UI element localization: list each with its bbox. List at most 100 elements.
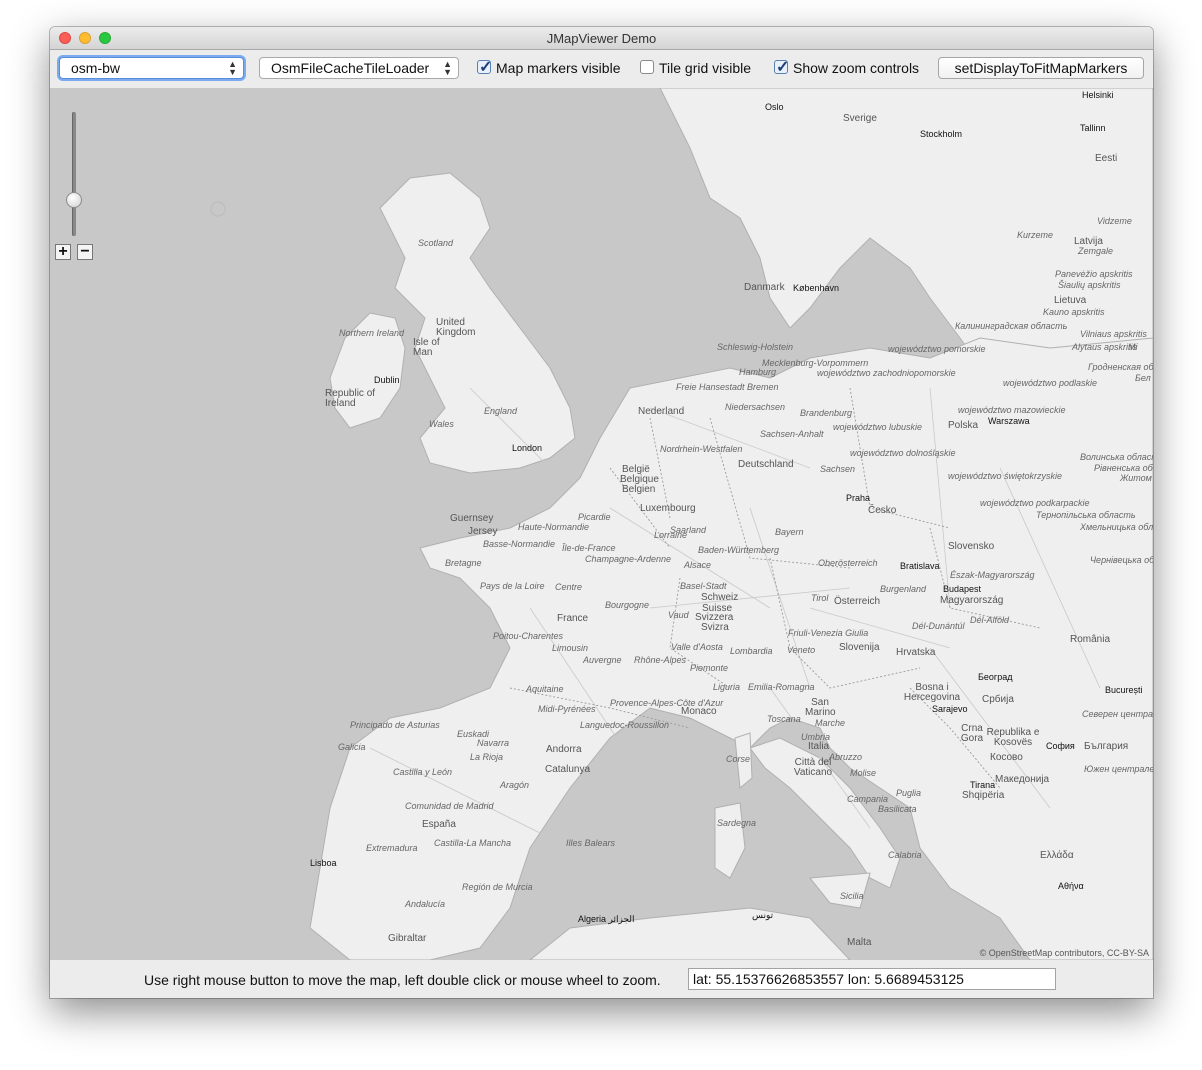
map-label: United Kingdom [436, 317, 476, 338]
title-bar[interactable]: JMapViewer Demo [50, 27, 1153, 50]
map-label: Észak-Magyarország [950, 570, 1035, 580]
map-label: Tirol [811, 593, 829, 603]
checkbox-box[interactable]: ✓ [477, 59, 492, 76]
map-label: Хмельницька область [1080, 522, 1153, 532]
map-label: Scotland [418, 238, 454, 248]
map-label: Србија [982, 694, 1014, 705]
map-label: Italia [808, 741, 830, 752]
map-label: Helsinki [1082, 90, 1114, 100]
map-label: Toscana [767, 714, 801, 724]
map-label: województwo podkarpackie [980, 498, 1090, 508]
map-label: Puglia [896, 788, 922, 798]
map-label: Alsace [684, 560, 712, 570]
map-label: Dublin [374, 375, 400, 385]
map-label: England [484, 406, 518, 416]
checkbox-box[interactable]: ✓ [774, 59, 790, 76]
map-label: Isle of Man [413, 337, 440, 358]
map-label: Budapest [943, 584, 982, 594]
map-label: Andalucía [405, 899, 446, 909]
map-label: Castilla y León [393, 767, 453, 777]
map-label: województwo mazowieckie [958, 405, 1066, 415]
zoom-out-button[interactable]: − [77, 244, 93, 260]
tile-grid-visible-checkbox[interactable]: Tile grid visible [640, 59, 760, 77]
map-label: Мі [1128, 342, 1138, 352]
map-label: La Rioja [470, 752, 504, 762]
map-label: Калининградская область [955, 321, 1068, 331]
map-label: Nederland [638, 406, 685, 417]
map-label: Česko [868, 505, 897, 516]
map-label: Marche [815, 718, 846, 728]
zoom-in-button[interactable]: + [55, 244, 71, 260]
map-label: Brandenburg [800, 408, 853, 418]
map-label: Slovensko [948, 541, 995, 552]
map-label: Castilla-La Mancha [434, 838, 512, 848]
tile-loader-combo[interactable]: OsmFileCacheTileLoader ▲ ▼ [259, 57, 459, 79]
map-label: Catalunya [545, 764, 591, 775]
tile-source-value: osm-bw [71, 60, 121, 76]
landmass-sardinia [714, 802, 746, 879]
map-label: Saarland [670, 525, 707, 535]
map-label: Тернопільська область [1036, 510, 1136, 520]
map-label: Republic of Ireland [325, 388, 376, 409]
map-label: Guernsey [450, 513, 494, 524]
map-label: Северен централен [1082, 709, 1153, 719]
map-label: Baden-Württemberg [698, 545, 780, 555]
map-viewport[interactable]: Oslo Sverige Stockholm Helsinki Tallinn … [50, 88, 1153, 960]
map-label: Polska [948, 420, 979, 431]
map-label: Languedoc-Roussillon [580, 720, 670, 730]
map-label: Gibraltar [388, 933, 427, 944]
map-markers-visible-checkbox[interactable]: ✓ Map markers visible [477, 59, 627, 77]
map-label: Южен централен [1084, 764, 1153, 774]
map-label: Panevėžio apskritis [1055, 269, 1133, 279]
map-label: Calabria [888, 850, 922, 860]
map-label: Bosna i Hercegovina [903, 682, 961, 703]
map-label: Île-de-France [562, 543, 616, 553]
map-label: France [557, 613, 589, 624]
map-label: Navarra [477, 738, 510, 748]
map-label: Svizra [701, 622, 729, 633]
map-label: Wales [429, 419, 454, 429]
map-label: Kauno apskritis [1043, 307, 1105, 317]
map-label: Principado de Asturias [350, 720, 440, 730]
island-outline [210, 201, 226, 217]
map-label: województwo zachodniopomorskie [817, 368, 956, 378]
map-label: Liguria [713, 682, 741, 692]
map-label: Stockholm [920, 129, 963, 139]
checkmark-icon: ✓ [776, 59, 790, 76]
map-label: Bayern [775, 527, 804, 537]
map-label: Piemonte [690, 663, 729, 673]
map-label: Rhône-Alpes [634, 655, 687, 665]
tile-source-combo[interactable]: osm-bw ▲ ▼ [59, 57, 244, 79]
map-label: Šiaulių apskritis [1058, 280, 1121, 290]
zoom-slider-track[interactable] [72, 112, 76, 236]
map-label: Magyarország [940, 595, 1004, 606]
coordinates-field[interactable]: lat: 55.15376626853557 lon: 5.6689453125 [688, 968, 1056, 990]
zoom-slider-thumb[interactable] [66, 192, 82, 208]
map-label: Oberösterreich [818, 558, 878, 568]
map-label: Poitou-Charentes [493, 631, 564, 641]
map-label: Región de Murcia [462, 882, 533, 892]
map-label: Косово [990, 752, 1023, 763]
map-label: București [1105, 685, 1143, 695]
map-label: България [1084, 741, 1129, 752]
map-label: Nordrhein-Westfalen [660, 444, 743, 454]
fit-map-markers-button[interactable]: setDisplayToFitMapMarkers [938, 57, 1144, 79]
map-label: Гродненская область [1088, 362, 1153, 372]
map-attribution[interactable]: © OpenStreetMap contributors, CC-BY-SA [980, 948, 1149, 958]
map-label: Vidzeme [1097, 216, 1132, 226]
map-label: Mecklenburg-Vorpommern [762, 358, 869, 368]
map-label: Limousin [552, 643, 589, 653]
checkbox-box[interactable] [640, 60, 654, 74]
map-label: Sardegna [717, 818, 757, 828]
map-label: Centre [555, 582, 583, 592]
map-label: Pays de la Loire [480, 581, 545, 591]
map-label: Friuli-Venezia Giulia [788, 628, 869, 638]
map-label: Algeria الجزائر [578, 914, 635, 924]
map-label: Sicilia [840, 891, 864, 901]
show-zoom-controls-checkbox[interactable]: ✓ Show zoom controls [774, 59, 924, 77]
map-label: Shqipëria [962, 790, 1005, 801]
map-label: Comunidad de Madrid [405, 801, 494, 811]
map-label: Praha [846, 493, 871, 503]
map-label: Чернівецька область [1090, 555, 1153, 565]
map-label: Dél-Alföld [970, 615, 1010, 625]
